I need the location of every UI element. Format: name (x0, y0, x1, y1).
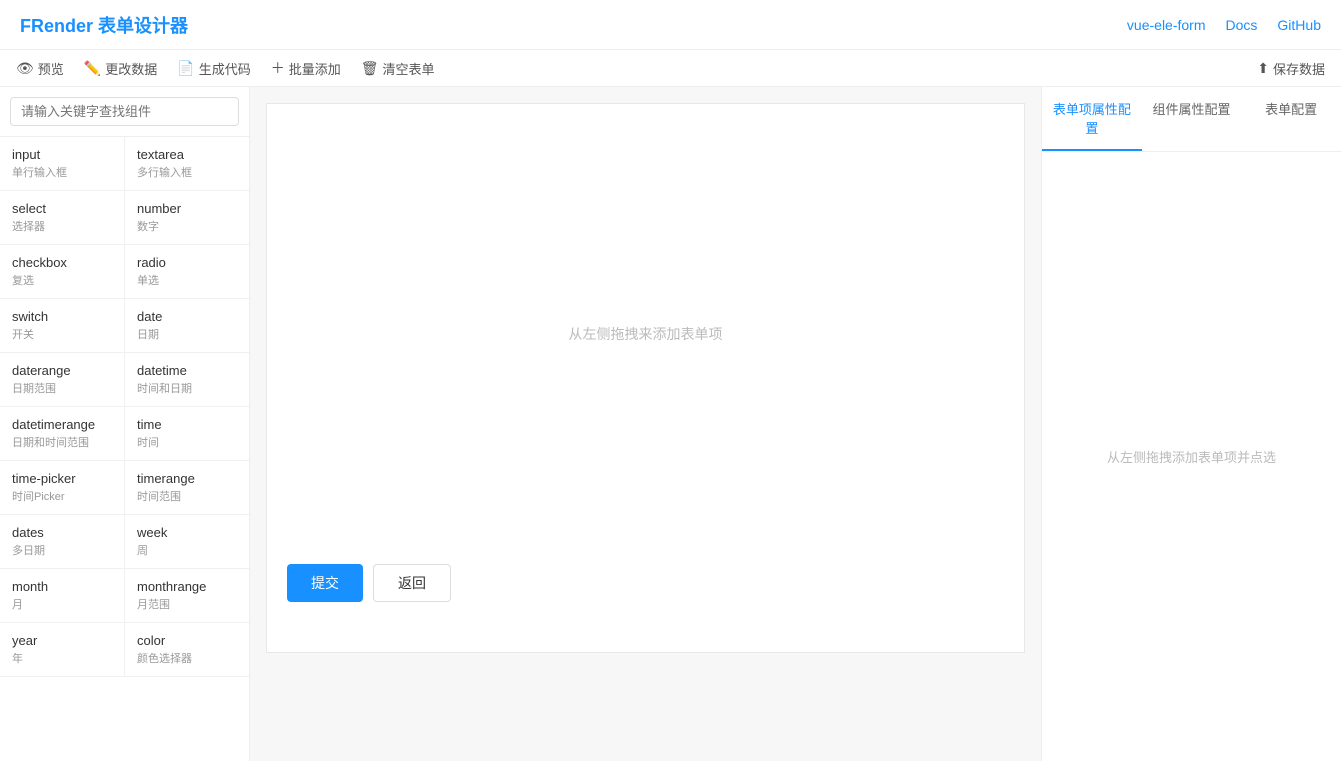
canvas-area: 从左侧拖拽来添加表单项 提交 返回 (250, 87, 1041, 761)
trash-icon: 🗑 (361, 60, 379, 77)
sidebar-item-datetimerange[interactable]: datetimerange 日期和时间范围 (0, 407, 125, 460)
batch-add-button[interactable]: ＋ 批量添加 (271, 58, 341, 78)
tab-form-item-config[interactable]: 表单项属性配置 (1042, 87, 1142, 151)
sidebar-row: select 选择器 number 数字 (0, 191, 249, 245)
edit-data-button[interactable]: ✏️ 更改数据 (84, 59, 157, 78)
sidebar-item-week[interactable]: week 周 (125, 515, 249, 568)
plus-icon: ＋ (271, 58, 285, 78)
sidebar-item-datetime[interactable]: datetime 时间和日期 (125, 353, 249, 406)
sidebar-item-dates[interactable]: dates 多日期 (0, 515, 125, 568)
header-nav: vue-ele-form Docs GitHub (1127, 17, 1321, 33)
sidebar-item-timerange[interactable]: timerange 时间范围 (125, 461, 249, 514)
sidebar-item-textarea[interactable]: textarea 多行输入框 (125, 137, 249, 190)
sidebar-item-color[interactable]: color 颜色选择器 (125, 623, 249, 676)
right-tabs: 表单项属性配置 组件属性配置 表单配置 (1042, 87, 1341, 152)
sidebar-row: checkbox 复选 radio 单选 (0, 245, 249, 299)
save-data-button[interactable]: ⬆ 保存数据 (1257, 59, 1325, 78)
sidebar-item-monthrange[interactable]: monthrange 月范围 (125, 569, 249, 622)
sidebar-item-date[interactable]: date 日期 (125, 299, 249, 352)
code-icon: 📄 (177, 60, 194, 77)
sidebar-item-number[interactable]: number 数字 (125, 191, 249, 244)
search-input[interactable] (10, 97, 239, 126)
sidebar-row: input 单行输入框 textarea 多行输入框 (0, 137, 249, 191)
sidebar-row: switch 开关 date 日期 (0, 299, 249, 353)
sidebar-item-year[interactable]: year 年 (0, 623, 125, 676)
sidebar-row: daterange 日期范围 datetime 时间和日期 (0, 353, 249, 407)
tab-component-config[interactable]: 组件属性配置 (1142, 87, 1242, 151)
back-button[interactable]: 返回 (373, 564, 451, 602)
clear-form-button[interactable]: 🗑 清空表单 (361, 59, 435, 78)
canvas-buttons: 提交 返回 (287, 564, 1004, 602)
sidebar-row: time-picker 时间Picker timerange 时间范围 (0, 461, 249, 515)
preview-icon: 👁 (16, 60, 34, 77)
preview-button[interactable]: 👁 预览 (16, 59, 64, 78)
sidebar-row: year 年 color 颜色选择器 (0, 623, 249, 677)
sidebar-item-month[interactable]: month 月 (0, 569, 125, 622)
canvas-inner: 从左侧拖拽来添加表单项 提交 返回 (266, 103, 1025, 653)
edit-icon: ✏️ (84, 60, 101, 77)
sidebar-row: datetimerange 日期和时间范围 time 时间 (0, 407, 249, 461)
sidebar-item-time[interactable]: time 时间 (125, 407, 249, 460)
right-content-placeholder: 从左侧拖拽添加表单项并点选 (1042, 152, 1341, 761)
app-logo: FRender 表单设计器 (20, 12, 188, 38)
sidebar-item-select[interactable]: select 选择器 (0, 191, 125, 244)
main-layout: input 单行输入框 textarea 多行输入框 select 选择器 nu… (0, 87, 1341, 761)
sidebar-item-daterange[interactable]: daterange 日期范围 (0, 353, 125, 406)
save-icon: ⬆ (1257, 60, 1269, 77)
nav-docs[interactable]: Docs (1226, 17, 1258, 33)
toolbar: 👁 预览 ✏️ 更改数据 📄 生成代码 ＋ 批量添加 🗑 清空表单 ⬆ 保存数据 (0, 50, 1341, 87)
search-container (0, 87, 249, 137)
component-list: input 单行输入框 textarea 多行输入框 select 选择器 nu… (0, 137, 249, 761)
nav-github[interactable]: GitHub (1277, 17, 1321, 33)
sidebar-item-radio[interactable]: radio 单选 (125, 245, 249, 298)
generate-code-button[interactable]: 📄 生成代码 (177, 59, 250, 78)
sidebar-item-time-picker[interactable]: time-picker 时间Picker (0, 461, 125, 514)
sidebar-item-input[interactable]: input 单行输入框 (0, 137, 125, 190)
sidebar: input 单行输入框 textarea 多行输入框 select 选择器 nu… (0, 87, 250, 761)
submit-button[interactable]: 提交 (287, 564, 363, 602)
sidebar-item-switch[interactable]: switch 开关 (0, 299, 125, 352)
tab-form-config[interactable]: 表单配置 (1241, 87, 1341, 151)
nav-vue-ele-form[interactable]: vue-ele-form (1127, 17, 1206, 33)
right-panel: 表单项属性配置 组件属性配置 表单配置 从左侧拖拽添加表单项并点选 (1041, 87, 1341, 761)
sidebar-item-checkbox[interactable]: checkbox 复选 (0, 245, 125, 298)
sidebar-row: dates 多日期 week 周 (0, 515, 249, 569)
canvas-placeholder: 从左侧拖拽来添加表单项 (287, 124, 1004, 544)
sidebar-row: month 月 monthrange 月范围 (0, 569, 249, 623)
header: FRender 表单设计器 vue-ele-form Docs GitHub (0, 0, 1341, 50)
